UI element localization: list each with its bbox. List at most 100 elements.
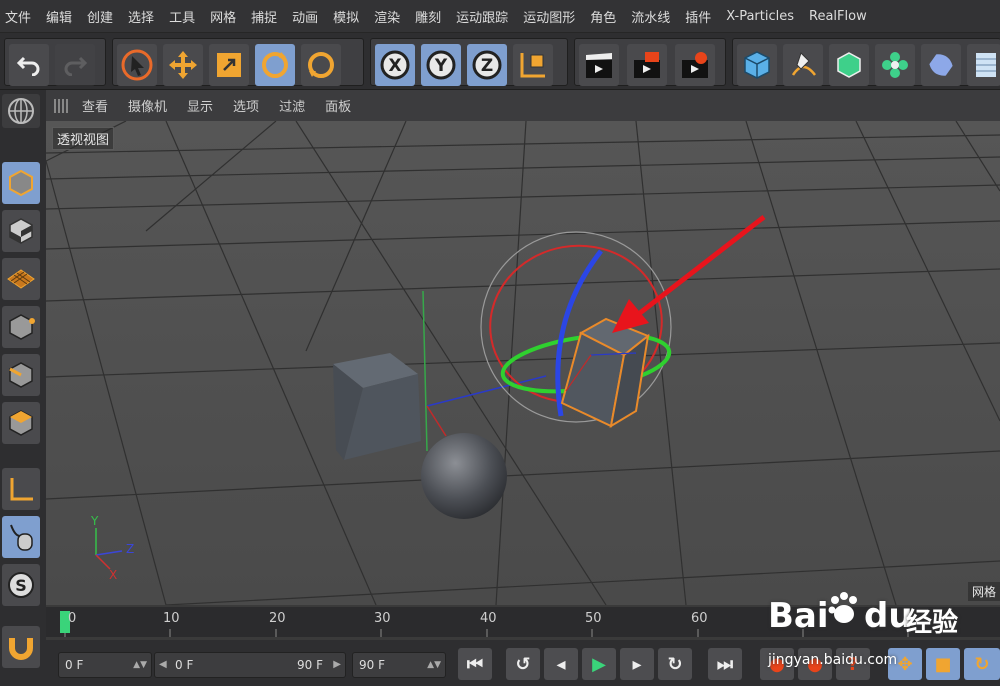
menu-item-0[interactable]: 文件	[0, 7, 41, 26]
deformer-button[interactable]	[921, 44, 961, 86]
point-mode-button[interactable]	[2, 306, 40, 348]
tweak-mode-button[interactable]	[2, 516, 40, 558]
stepper-icon: ▲▼	[133, 660, 147, 670]
viewport-menu-bar: 查看 摄像机 显示 选项 过滤 面板	[46, 90, 1000, 121]
menu-item-2[interactable]: 创建	[82, 7, 123, 26]
cube-object-button[interactable]	[737, 44, 777, 86]
go-to-start-button[interactable]: ⏮	[458, 648, 492, 680]
magnet-button[interactable]	[2, 626, 40, 668]
view-menu-item-5[interactable]: 面板	[325, 96, 351, 115]
z-axis-lock-button[interactable]: Z	[467, 44, 507, 86]
model-mode-button[interactable]	[2, 162, 40, 204]
menu-item-15[interactable]: 插件	[680, 7, 721, 26]
watermark-brand-cn: 经验	[906, 608, 959, 638]
menu-item-12[interactable]: 运动图形	[518, 7, 585, 26]
render-settings-button[interactable]	[675, 44, 715, 86]
timeline-tick-label: 50	[585, 611, 602, 626]
sphere-object[interactable]	[421, 433, 507, 519]
edge-mode-button[interactable]	[2, 354, 40, 396]
view-menu-item-0[interactable]: 查看	[82, 96, 108, 115]
polygon-mode-button[interactable]	[2, 402, 40, 444]
viewport-grip-icon	[54, 98, 70, 113]
redo-icon	[64, 56, 88, 76]
render-view-button[interactable]	[579, 44, 619, 86]
grid-spacing-label: 网格	[967, 582, 1000, 601]
cube-icon	[744, 51, 770, 79]
recent-tool-button[interactable]	[301, 44, 341, 86]
go-to-end-button[interactable]: ⏭	[708, 648, 742, 680]
view-menu-item-4[interactable]: 过滤	[279, 96, 305, 115]
polygon-cube-icon	[9, 410, 33, 436]
menu-item-1[interactable]: 编辑	[41, 7, 82, 26]
mouse-icon	[10, 524, 33, 551]
y-axis-lock-button[interactable]: Y	[421, 44, 461, 86]
svg-text:Y: Y	[434, 56, 448, 76]
end-frame-field[interactable]: 90 F ▲▼	[352, 652, 446, 678]
undo-button[interactable]	[9, 44, 49, 86]
stepper-icon: ▲▼	[427, 660, 441, 670]
menu-item-16[interactable]: X-Particles	[721, 9, 804, 24]
rotate-recent-icon	[308, 52, 334, 78]
cloner-button[interactable]	[875, 44, 915, 86]
menu-item-17[interactable]: RealFlow	[804, 9, 877, 24]
scale-tool-button[interactable]	[209, 44, 249, 86]
menu-item-4[interactable]: 工具	[164, 7, 205, 26]
view-menu-item-3[interactable]: 选项	[233, 96, 259, 115]
play-button[interactable]: ▶	[582, 648, 616, 680]
transform-tools-group	[112, 38, 364, 86]
live-select-button[interactable]	[117, 44, 157, 86]
mode-sidebar: S	[0, 90, 46, 686]
next-key-button[interactable]: ↻	[658, 648, 692, 680]
menu-item-9[interactable]: 渲染	[369, 7, 410, 26]
current-frame-value: 0 F	[65, 658, 84, 672]
current-frame-field[interactable]: 0 F ▲▼	[58, 652, 152, 678]
axis-corner-icon	[10, 478, 33, 501]
menu-item-10[interactable]: 雕刻	[410, 7, 451, 26]
menu-item-8[interactable]: 模拟	[328, 7, 369, 26]
texture-mode-button[interactable]	[2, 210, 40, 252]
axis-y-label: Y	[90, 514, 99, 528]
subdivision-surface-button[interactable]	[829, 44, 869, 86]
menu-item-3[interactable]: 选择	[123, 7, 164, 26]
key-rotation-button[interactable]: ↻	[964, 648, 1000, 680]
move-tool-button[interactable]	[163, 44, 203, 86]
subdivision-cube-icon	[837, 52, 861, 78]
menu-item-6[interactable]: 捕捉	[246, 7, 287, 26]
perspective-viewport[interactable]: Y Z X 透视视图 网格	[46, 121, 1000, 605]
scene-button[interactable]	[967, 44, 1000, 86]
magnet-icon	[9, 638, 33, 660]
next-frame-button[interactable]: ▸	[620, 648, 654, 680]
axis-mode-button[interactable]	[2, 468, 40, 510]
baidu-watermark: Bai du 经验 jingyan.baidu.com	[768, 580, 968, 680]
menu-item-13[interactable]: 角色	[585, 7, 626, 26]
layout-globe-button[interactable]	[2, 94, 40, 128]
globe-icon	[8, 98, 34, 124]
view-menu-item-2[interactable]: 显示	[187, 96, 213, 115]
menu-item-11[interactable]: 运动跟踪	[451, 7, 518, 26]
snap-button[interactable]: S	[2, 564, 40, 606]
render-picture-viewer-button[interactable]	[627, 44, 667, 86]
point-cube-icon	[9, 314, 35, 340]
cube-object-1[interactable]	[333, 353, 421, 460]
menu-item-7[interactable]: 动画	[287, 7, 328, 26]
menu-item-14[interactable]: 流水线	[626, 7, 680, 26]
redo-button[interactable]	[55, 44, 95, 86]
workplane-button[interactable]	[2, 258, 40, 300]
cloner-icon	[882, 52, 908, 78]
preview-range-slider[interactable]: ◀ 0 F 90 F ▶	[154, 652, 346, 678]
model-cube-icon	[9, 169, 33, 197]
main-toolbar: X Y Z	[0, 33, 1000, 90]
coordinate-system-button[interactable]	[513, 44, 553, 86]
rotate-tool-button[interactable]	[255, 44, 295, 86]
svg-text:S: S	[15, 576, 27, 595]
menu-bar: 文件 编辑 创建 选择 工具 网格 捕捉 动画 模拟 渲染 雕刻 运动跟踪 运动图形 角色 流水线 插件 X-P…	[0, 0, 1000, 33]
view-menu-item-1[interactable]: 摄像机	[128, 96, 167, 115]
next-key-icon: ↻	[667, 653, 683, 675]
menu-item-5[interactable]: 网格	[205, 7, 246, 26]
pen-spline-button[interactable]	[783, 44, 823, 86]
previous-frame-button[interactable]: ◂	[544, 648, 578, 680]
range-left-arrow-icon: ◀	[159, 659, 167, 670]
previous-key-button[interactable]: ↺	[506, 648, 540, 680]
cursor-select-icon	[121, 49, 153, 81]
x-axis-lock-button[interactable]: X	[375, 44, 415, 86]
